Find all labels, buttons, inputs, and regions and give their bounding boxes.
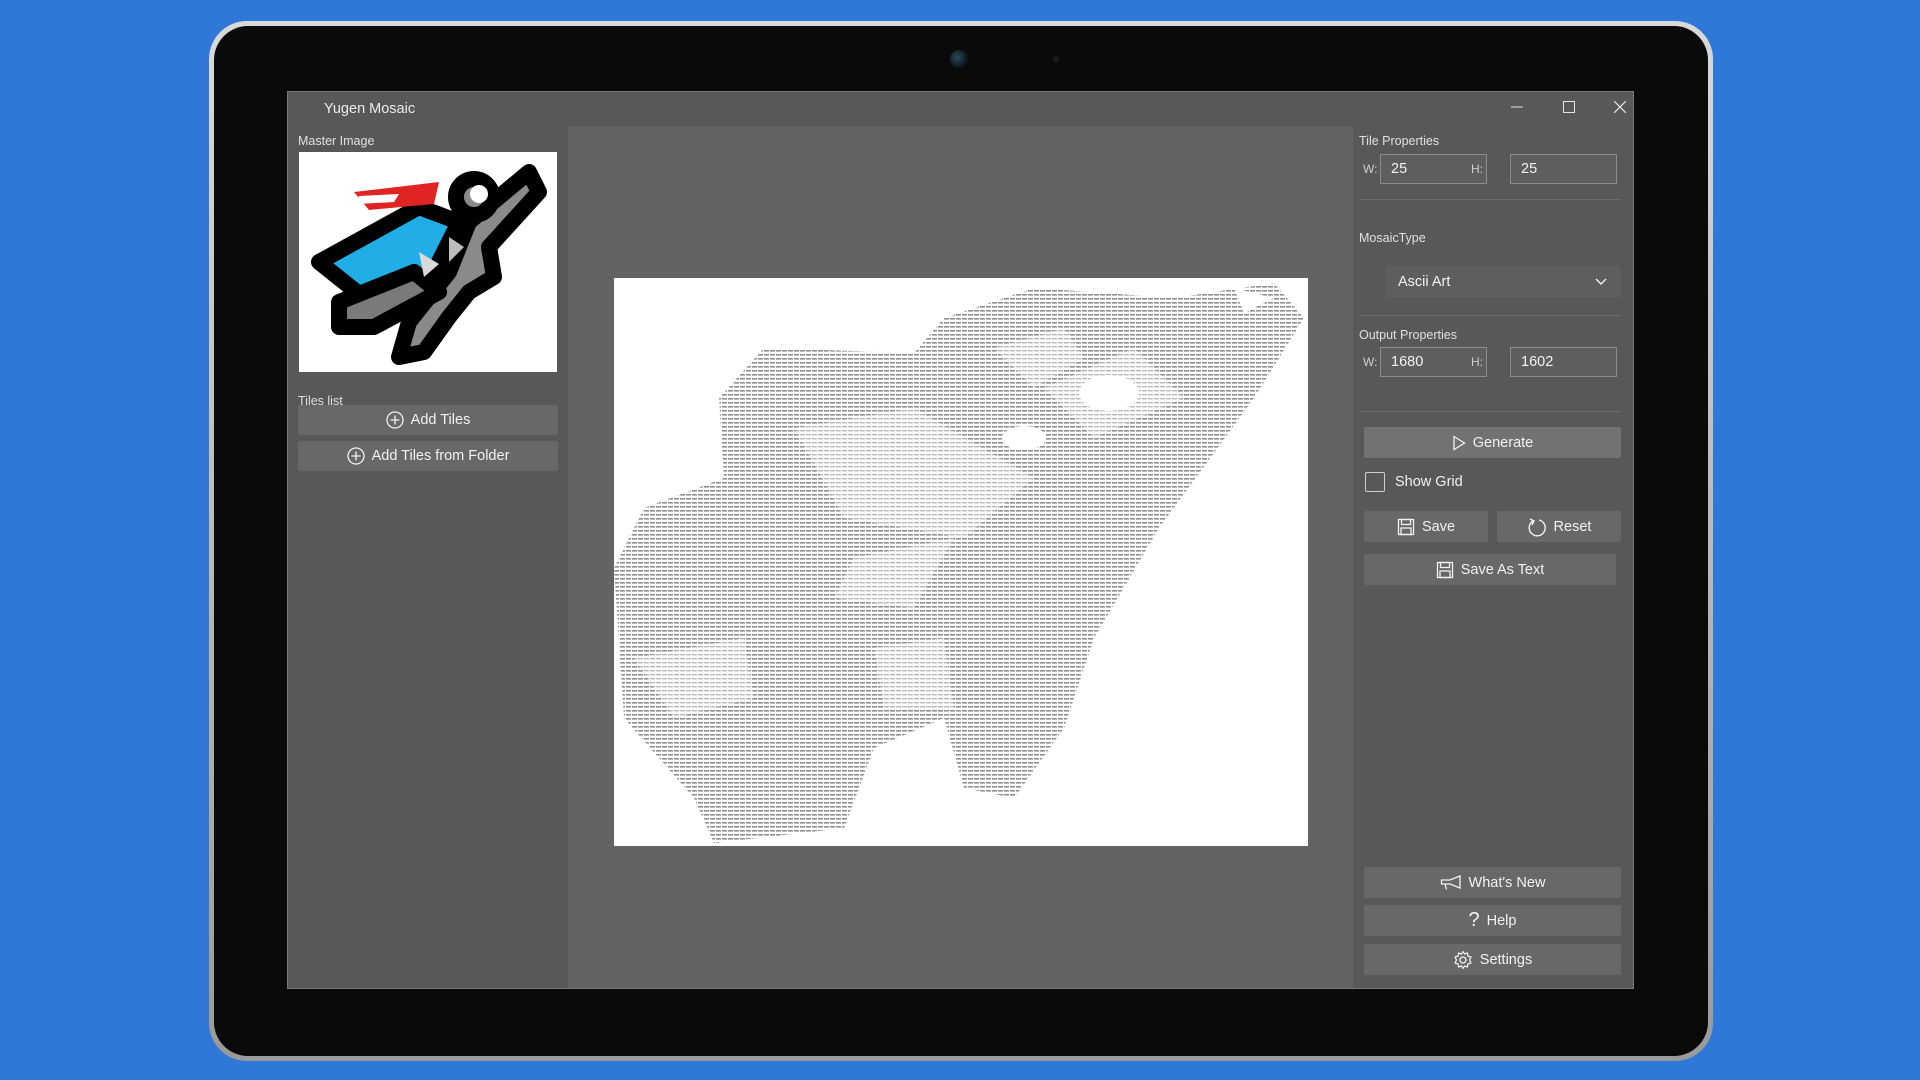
help-icon: ?: [1468, 908, 1480, 931]
tile-properties-label: Tile Properties: [1359, 134, 1440, 148]
generate-button[interactable]: Generate: [1364, 427, 1621, 458]
add-tiles-from-folder-button[interactable]: Add Tiles from Folder: [298, 441, 558, 471]
show-grid-checkbox[interactable]: [1365, 472, 1385, 492]
mosaic-output-image[interactable]: [614, 278, 1308, 846]
save-as-text-button[interactable]: Save As Text: [1364, 554, 1616, 585]
settings-button[interactable]: Settings: [1364, 944, 1621, 975]
master-image-picture: [311, 164, 547, 365]
add-circle-icon: [346, 447, 365, 465]
right-pane: Tile Properties W: 25 H: 25 MosaicType A…: [1353, 126, 1633, 988]
sensor: [1053, 56, 1059, 62]
save-icon: [1397, 518, 1415, 535]
help-button[interactable]: ? Help: [1364, 905, 1621, 936]
add-circle-icon: [386, 411, 404, 429]
output-width-label: W:: [1363, 355, 1378, 369]
mosaic-type-label: MosaicType: [1359, 231, 1426, 245]
whats-new-label: What's New: [1468, 874, 1546, 891]
tile-height-field[interactable]: 25: [1510, 154, 1617, 184]
window-title: Yugen Mosaic: [324, 101, 416, 117]
divider: [1359, 199, 1621, 200]
megaphone-icon: [1440, 874, 1461, 890]
save-button[interactable]: Save: [1364, 511, 1488, 542]
save-as-text-label: Save As Text: [1460, 561, 1545, 578]
add-tiles-from-folder-label: Add Tiles from Folder: [371, 448, 510, 464]
output-properties-label: Output Properties: [1359, 328, 1457, 342]
reset-icon: [1528, 517, 1546, 536]
divider: [1359, 315, 1621, 316]
add-tiles-label: Add Tiles: [410, 412, 471, 428]
preview-area: [568, 126, 1353, 988]
add-tiles-button[interactable]: Add Tiles: [298, 405, 558, 435]
save-label: Save: [1421, 518, 1456, 535]
maximize-icon: [1563, 101, 1575, 113]
divider: [1359, 411, 1621, 412]
master-image[interactable]: [299, 152, 557, 372]
save-icon: [1436, 561, 1453, 578]
title-bar: Yugen Mosaic: [288, 92, 1633, 126]
play-icon: [1453, 434, 1466, 451]
minimize-icon: [1511, 106, 1523, 108]
camera: [950, 50, 968, 68]
reset-button[interactable]: Reset: [1497, 511, 1621, 542]
output-height-label: H:: [1471, 355, 1483, 369]
tile-width-label: W:: [1363, 162, 1378, 176]
output-height-field[interactable]: 1602: [1510, 347, 1617, 377]
tile-height-label: H:: [1471, 162, 1483, 176]
chevron-down-icon: [1595, 278, 1607, 285]
mosaic-type-value: Ascii Art: [1398, 274, 1451, 290]
master-image-label: Master Image: [298, 134, 375, 148]
app-window: Yugen Mosaic Master Image Tiles list Add…: [287, 91, 1634, 989]
settings-label: Settings: [1479, 951, 1533, 968]
ascii-art-mosaic: [614, 283, 1304, 843]
reset-label: Reset: [1553, 518, 1592, 535]
help-label: Help: [1486, 912, 1517, 929]
generate-label: Generate: [1472, 434, 1534, 451]
close-icon: [1613, 100, 1627, 114]
show-grid-label: Show Grid: [1395, 474, 1463, 490]
whats-new-button[interactable]: What's New: [1364, 867, 1621, 898]
left-pane: Master Image Tiles list Add Tiles Add Ti…: [288, 126, 568, 988]
gear-icon: [1454, 950, 1472, 969]
maximize-button[interactable]: [1544, 92, 1594, 126]
close-button[interactable]: [1595, 92, 1633, 126]
minimize-button[interactable]: [1492, 92, 1542, 126]
mosaic-type-dropdown[interactable]: Ascii Art: [1386, 266, 1621, 298]
